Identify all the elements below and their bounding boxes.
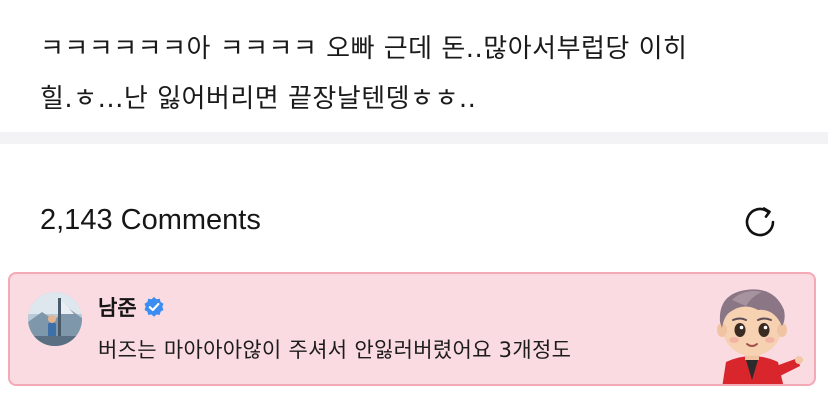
post-body-text: ㅋㅋㅋㅋㅋㅋ아 ㅋㅋㅋㅋ 오빠 근데 돈..많아서부럽당 이히 힐.ㅎ...난 … — [40, 34, 688, 114]
comments-count: 2,143 Comments — [40, 204, 261, 236]
section-divider — [0, 132, 828, 144]
highlighted-comment[interactable]: 남준 버즈는 마아아아않이 주셔서 안잃러버렸어요 3개정도 — [8, 272, 816, 386]
character-sticker — [700, 280, 804, 384]
author-avatar[interactable] — [28, 292, 82, 346]
refresh-icon — [745, 207, 775, 237]
refresh-button[interactable] — [738, 200, 782, 244]
avatar-image — [28, 292, 82, 346]
verified-badge-icon — [143, 296, 165, 318]
comment-text: 버즈는 마아아아않이 주셔서 안잃러버렸어요 3개정도 — [98, 338, 572, 362]
author-row: 남준 — [98, 292, 165, 322]
comments-header: 2,143 Comments — [0, 144, 828, 272]
post-page: ㅋㅋㅋㅋㅋㅋ아 ㅋㅋㅋㅋ 오빠 근데 돈..많아서부럽당 이히 힐.ㅎ...난 … — [0, 0, 828, 410]
author-name[interactable]: 남준 — [98, 292, 137, 322]
